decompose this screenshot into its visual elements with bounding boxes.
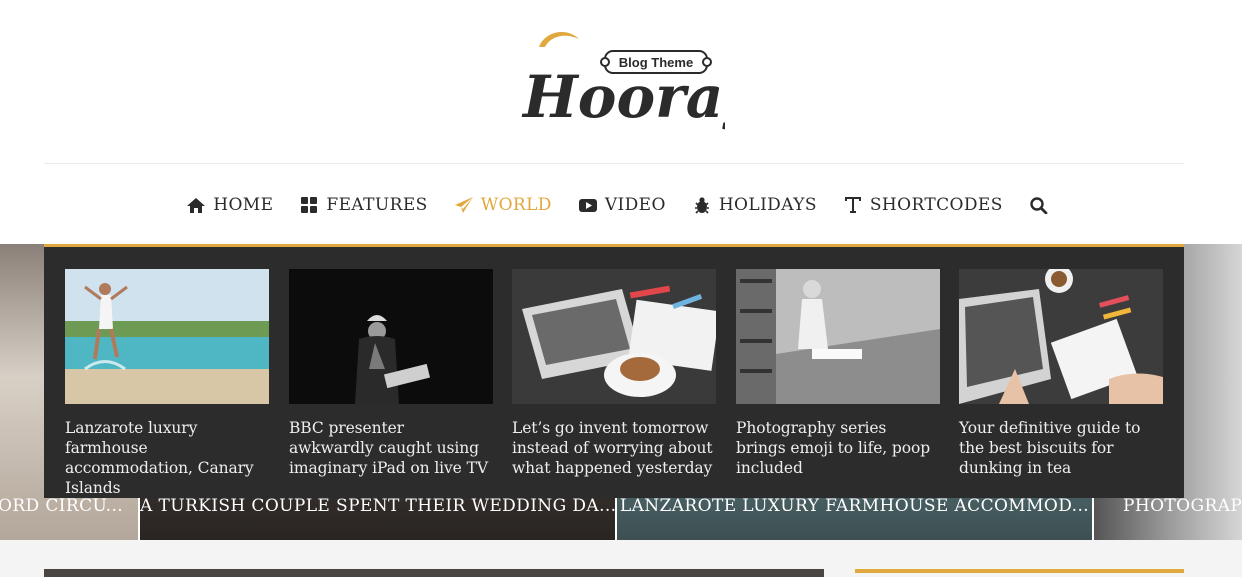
mega-post[interactable]: Photography series brings emoji to life,… (736, 269, 940, 478)
sidebar-widget-accent (855, 569, 1184, 573)
paper-plane-icon (454, 196, 474, 214)
post-title[interactable]: Lanzarote luxury farmhouse accommodation… (65, 418, 269, 498)
nav-item-label: FEATURES (326, 195, 428, 215)
bug-icon (692, 196, 712, 214)
post-thumbnail[interactable] (736, 269, 940, 404)
nav-item-label: HOLIDAYS (718, 195, 817, 215)
site-logo[interactable]: Blog Theme Hooray (515, 25, 725, 140)
nav-item-label: VIDEO (604, 195, 666, 215)
main-navigation: HOME FEATURES WORLD VIDEO HOLIDAYS SHORT… (0, 183, 1242, 227)
nav-item-features[interactable]: FEATURES (299, 195, 427, 215)
search-icon (1029, 196, 1049, 215)
nav-item-label: SHORTCODES (869, 195, 1003, 215)
post-thumbnail[interactable] (289, 269, 493, 404)
home-icon (186, 196, 206, 214)
post-title[interactable]: Your definitive guide to the best biscui… (959, 418, 1163, 478)
nav-item-home[interactable]: HOME (186, 195, 273, 215)
grid-icon (299, 196, 319, 214)
post-thumbnail[interactable] (959, 269, 1163, 404)
mega-post[interactable]: Your definitive guide to the best biscui… (959, 269, 1163, 478)
header-divider (44, 163, 1184, 164)
post-thumbnail[interactable] (512, 269, 716, 404)
post-thumbnail[interactable] (65, 269, 269, 404)
nav-item-label: HOME (213, 195, 274, 215)
featured-post-image[interactable] (44, 569, 824, 577)
nav-item-world[interactable]: WORLD (454, 195, 552, 215)
mega-post[interactable]: BBC presenter awkwardly caught using ima… (289, 269, 493, 478)
slide-caption: A TURKISH COUPLE SPENT THEIR WEDDING DA.… (140, 496, 615, 516)
slide-caption: LANZAROTE LUXURY FARMHOUSE ACCOMMOD... (619, 496, 1090, 516)
mega-post[interactable]: Let’s go invent tomorrow instead of worr… (512, 269, 716, 478)
nav-item-holidays[interactable]: HOLIDAYS (692, 195, 817, 215)
slide-caption: PHOTOGRAPH (1123, 496, 1242, 516)
logo-wordmark: Hooray (521, 63, 725, 131)
world-mega-menu: Lanzarote luxury farmhouse accommodation… (44, 244, 1184, 498)
site-header: Blog Theme Hooray (0, 0, 1242, 165)
text-icon (843, 196, 863, 214)
nav-item-shortcodes[interactable]: SHORTCODES (843, 195, 1003, 215)
nav-item-label: WORLD (480, 195, 552, 215)
mega-post[interactable]: Lanzarote luxury farmhouse accommodation… (65, 269, 269, 498)
post-title[interactable]: Photography series brings emoji to life,… (736, 418, 940, 478)
post-title[interactable]: BBC presenter awkwardly caught using ima… (289, 418, 493, 478)
slide-caption: ORD CIRCU... (0, 496, 124, 516)
play-icon (578, 196, 598, 214)
search-button[interactable] (1029, 196, 1056, 215)
post-title[interactable]: Let’s go invent tomorrow instead of worr… (512, 418, 716, 478)
nav-item-video[interactable]: VIDEO (578, 195, 666, 215)
